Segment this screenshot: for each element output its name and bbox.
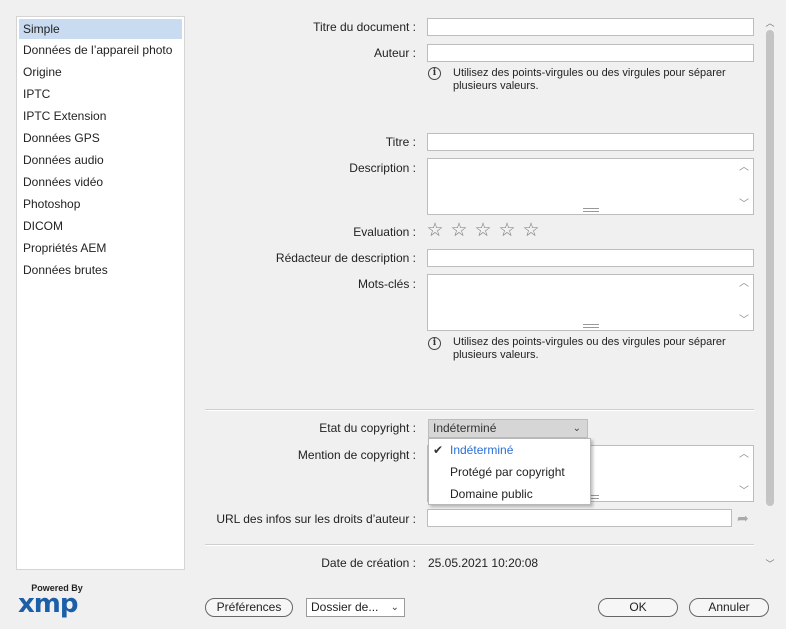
copyright-state-value: Indéterminé [433,421,497,435]
category-sidebar: Simple Données de l’appareil photo Origine… [16,16,185,570]
description-writer-label: Rédacteur de description : [275,251,416,265]
sidebar-item[interactable]: Propriétés AEM [17,237,184,259]
resize-grip-icon[interactable] [582,208,599,212]
menu-item-label: Indéterminé [450,443,514,457]
rating-stars: ☆ ☆ ☆ ☆ ☆ [425,221,541,240]
chevron-down-icon: ⌄ [390,602,399,613]
author-label: Auteur : [373,46,416,60]
ok-button[interactable]: OK [598,598,678,617]
title-field[interactable] [427,133,754,151]
menu-item-protege[interactable]: Protégé par copyright [429,461,590,483]
creation-date-label: Date de création : [321,556,416,570]
preferences-button[interactable]: Préférences [205,598,293,617]
scroll-down-icon[interactable]: ﹀ [739,316,749,326]
folder-select[interactable]: Dossier de... ⌄ [306,598,405,617]
keywords-textarea[interactable]: ︿ ﹀ [427,274,754,331]
sidebar-item[interactable]: IPTC Extension [17,105,184,127]
info-icon: i [428,67,441,80]
cancel-button[interactable]: Annuler [689,598,769,617]
scroll-down-icon[interactable]: ﹀ [739,487,749,497]
keywords-hint-text: Utilisez des points-virgules ou des virg… [453,336,726,361]
title-label: Titre : [385,135,416,149]
scroll-up-icon[interactable]: ︿ [739,163,749,173]
scroll-down-icon[interactable]: ﹀ [739,200,749,210]
open-url-icon[interactable]: ➦ [737,510,749,527]
sidebar-item[interactable]: DICOM [17,215,184,237]
info-icon: i [428,337,441,350]
chevron-down-icon: ⌄ [572,423,581,434]
star-icon[interactable]: ☆ [449,221,469,240]
document-title-field[interactable] [427,18,754,36]
resize-grip-icon[interactable] [582,324,599,328]
folder-select-label: Dossier de... [311,600,379,614]
star-icon[interactable]: ☆ [497,221,517,240]
sidebar-item[interactable]: Photoshop [17,193,184,215]
document-title-label: Titre du document : [313,20,416,34]
description-writer-field[interactable] [427,249,754,267]
rating-label: Evaluation : [353,225,416,239]
check-icon: ✔ [433,443,444,457]
author-field[interactable] [427,44,754,62]
sidebar-item[interactable]: Données brutes [17,259,184,281]
copyright-state-menu: ✔ Indéterminé Protégé par copyright Doma… [428,438,591,505]
scroll-up-icon[interactable]: ︿ [739,279,749,289]
scroll-up-icon[interactable]: ︿ [739,450,749,460]
copyright-notice-label: Mention de copyright : [297,448,416,462]
scroll-up-icon[interactable]: ︿ [764,16,776,29]
menu-item-label: Protégé par copyright [450,465,565,479]
section-divider [205,544,754,546]
description-textarea[interactable]: ︿ ﹀ [427,158,754,215]
scrollbar-thumb[interactable] [766,30,774,506]
sidebar-item[interactable]: IPTC [17,83,184,105]
sidebar-item[interactable]: Données vidéo [17,171,184,193]
sidebar-item[interactable]: Origine [17,61,184,83]
copyright-state-dropdown[interactable]: Indéterminé ⌄ [428,419,588,438]
star-icon[interactable]: ☆ [521,221,541,240]
menu-item-label: Domaine public [450,487,533,501]
author-hint-text: Utilisez des points-virgules ou des virg… [453,67,726,92]
copyright-state-label: Etat du copyright : [319,421,416,435]
xmp-logo: Powered By xmp [18,583,88,619]
section-divider [205,409,754,411]
sidebar-item[interactable]: Simple [19,19,182,39]
sidebar-item[interactable]: Données de l’appareil photo [17,39,184,61]
vertical-scrollbar[interactable]: ︿ ﹀ [764,16,776,570]
keywords-label: Mots-clés : [357,277,416,291]
sidebar-item[interactable]: Données GPS [17,127,184,149]
copyright-url-field[interactable] [427,509,732,527]
star-icon[interactable]: ☆ [473,221,493,240]
star-icon[interactable]: ☆ [425,221,445,240]
menu-item-domaine-public[interactable]: Domaine public [429,483,590,505]
creation-date-value: 25.05.2021 10:20:08 [428,556,539,570]
xmp-wordmark: xmp [18,589,78,619]
sidebar-item[interactable]: Données audio [17,149,184,171]
description-label: Description : [349,161,416,175]
copyright-url-label: URL des infos sur les droits d’auteur : [216,512,416,526]
menu-item-indetermine[interactable]: ✔ Indéterminé [429,439,590,461]
scroll-down-icon[interactable]: ﹀ [764,557,776,570]
